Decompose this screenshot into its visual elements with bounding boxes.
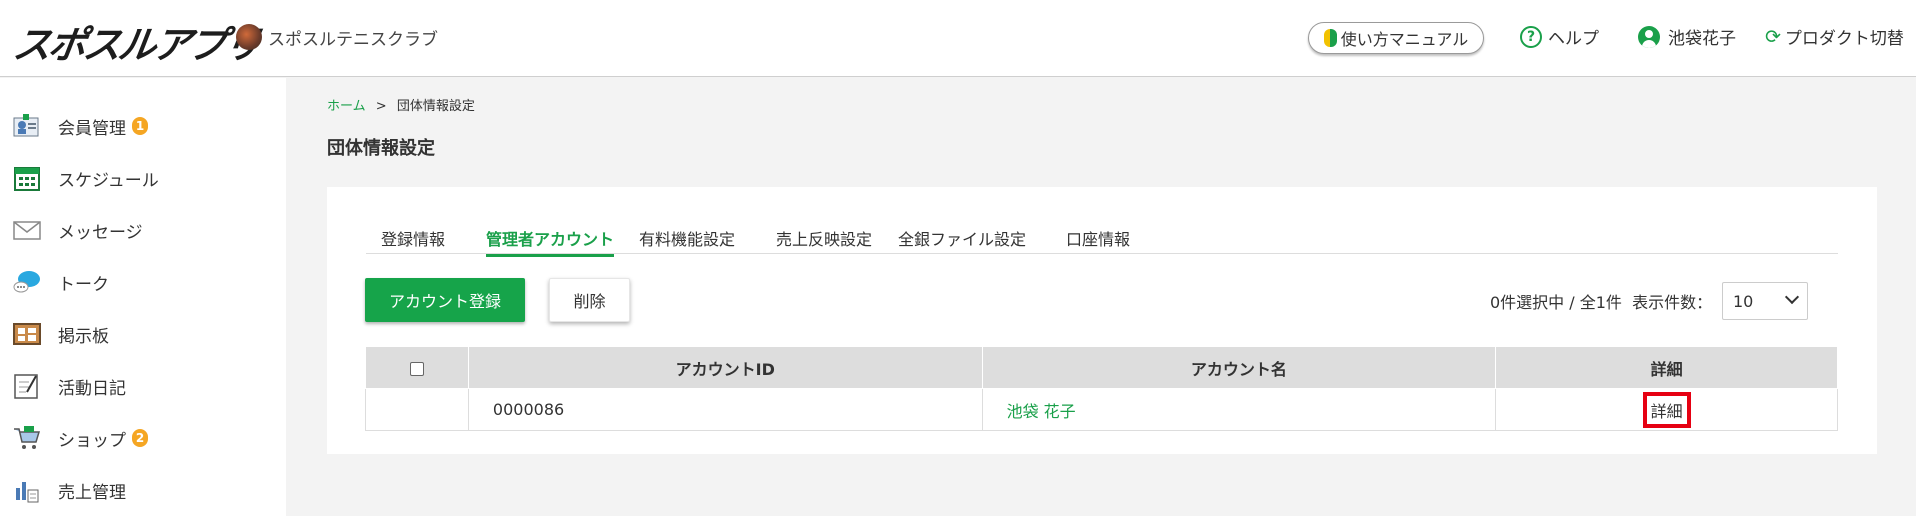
breadcrumb-current: 団体情報設定	[396, 99, 475, 114]
select-all-checkbox[interactable]	[409, 361, 424, 376]
breadcrumb: ホーム > 団体情報設定	[327, 95, 475, 114]
sidebar-item-members[interactable]: 会員管理 1	[12, 111, 148, 141]
detail-cell: 詳細	[1495, 388, 1838, 431]
product-switch-link[interactable]: ⟳ プロダクト切替	[1765, 24, 1904, 50]
per-page-value: 10	[1733, 291, 1754, 311]
manual-button[interactable]: 使い方マニュアル	[1308, 22, 1484, 54]
chat-bubble-icon	[12, 268, 42, 296]
notebook-pencil-icon	[12, 372, 42, 400]
sidebar-item-label: 掲示板	[58, 326, 109, 347]
sidebar-item-diary[interactable]: 活動日記	[12, 371, 126, 401]
help-label: ヘルプ	[1548, 29, 1599, 49]
sidebar-item-label: メッセージ	[58, 222, 143, 243]
tab-admin-account[interactable]: 管理者アカウント	[486, 226, 615, 257]
page-title: 団体情報設定	[327, 138, 435, 159]
tab-sales-reflection[interactable]: 売上反映設定	[776, 226, 872, 254]
column-header-account-name[interactable]: アカウント名	[981, 346, 1497, 389]
account-id-cell: 0000086	[467, 388, 983, 431]
user-name: 池袋花子	[1668, 29, 1736, 49]
club-avatar	[236, 24, 262, 50]
account-table: アカウントID アカウント名 詳細 0000086 池袋 花子 詳細	[365, 346, 1838, 431]
sidebar-item-sales[interactable]: 売上管理	[12, 475, 126, 505]
table-row: 0000086 池袋 花子 詳細	[365, 388, 1838, 431]
sidebar-item-label: ショップ	[58, 430, 126, 451]
tab-bar: 登録情報 管理者アカウント 有料機能設定 売上反映設定 全銀ファイル設定 口座情…	[366, 210, 1838, 257]
per-page-select[interactable]: 10	[1722, 282, 1808, 320]
sidebar-item-label: スケジュール	[58, 170, 159, 191]
account-name-link[interactable]: 池袋 花子	[1007, 402, 1076, 421]
selection-status: 0件選択中 / 全1件 表示件数：	[1490, 293, 1713, 312]
notification-badge: 2	[132, 429, 148, 447]
breadcrumb-home-link[interactable]: ホーム	[327, 99, 366, 114]
beginner-mark-icon	[1323, 29, 1337, 47]
detail-link[interactable]: 詳細	[1642, 391, 1691, 428]
sidebar-item-label: 売上管理	[58, 482, 126, 503]
envelope-icon	[12, 216, 42, 244]
calendar-icon	[12, 164, 42, 192]
sidebar-item-label: トーク	[58, 274, 109, 295]
help-icon: ?	[1520, 25, 1542, 48]
sidebar-item-shop[interactable]: ショップ 2	[12, 423, 148, 453]
sidebar-item-label: 活動日記	[58, 378, 126, 399]
breadcrumb-separator: >	[375, 99, 387, 114]
sidebar: 会員管理 1 スケジュール メッセージ トーク 掲示板 活動日記 ショップ 2 …	[0, 78, 286, 516]
tab-paid-features[interactable]: 有料機能設定	[639, 226, 735, 254]
manual-label: 使い方マニュアル	[1340, 30, 1469, 49]
account-name-cell: 池袋 花子	[981, 388, 1497, 431]
user-menu[interactable]: 池袋花子	[1638, 24, 1736, 49]
sidebar-item-talk[interactable]: トーク	[12, 267, 109, 297]
bulletin-board-icon	[12, 320, 42, 348]
sidebar-item-messages[interactable]: メッセージ	[12, 215, 143, 245]
help-link[interactable]: ? ヘルプ	[1520, 24, 1599, 49]
sidebar-item-schedule[interactable]: スケジュール	[12, 163, 159, 193]
club-name: スポスルテニスクラブ	[268, 29, 438, 50]
row-select-cell	[365, 388, 469, 431]
user-icon	[1638, 25, 1660, 48]
sidebar-item-label: 会員管理	[58, 118, 126, 139]
app-logo[interactable]: スポスルアプリ	[10, 14, 263, 69]
column-header-detail: 詳細	[1495, 346, 1838, 389]
sales-chart-icon	[12, 476, 42, 504]
register-account-button[interactable]: アカウント登録	[365, 278, 525, 322]
table-header-row: アカウントID アカウント名 詳細	[365, 346, 1838, 389]
chevron-down-icon	[1784, 289, 1800, 305]
club-selector[interactable]: スポスルテニスクラブ	[236, 24, 438, 50]
shopping-cart-icon	[12, 424, 42, 452]
select-all-cell	[365, 346, 469, 389]
tab-registration-info[interactable]: 登録情報	[381, 226, 445, 254]
top-header: スポスルアプリ スポスルテニスクラブ 使い方マニュアル ? ヘルプ 池袋花子 ⟳…	[0, 0, 1916, 77]
delete-button[interactable]: 削除	[549, 278, 630, 322]
member-card-icon	[12, 112, 42, 140]
tab-zengin-file[interactable]: 全銀ファイル設定	[898, 226, 1026, 254]
notification-badge: 1	[132, 117, 148, 135]
sidebar-item-bulletin[interactable]: 掲示板	[12, 319, 109, 349]
refresh-icon: ⟳	[1765, 25, 1781, 48]
product-switch-label: プロダクト切替	[1784, 29, 1904, 49]
column-header-account-id[interactable]: アカウントID	[467, 346, 983, 389]
tab-account-info[interactable]: 口座情報	[1066, 226, 1130, 254]
